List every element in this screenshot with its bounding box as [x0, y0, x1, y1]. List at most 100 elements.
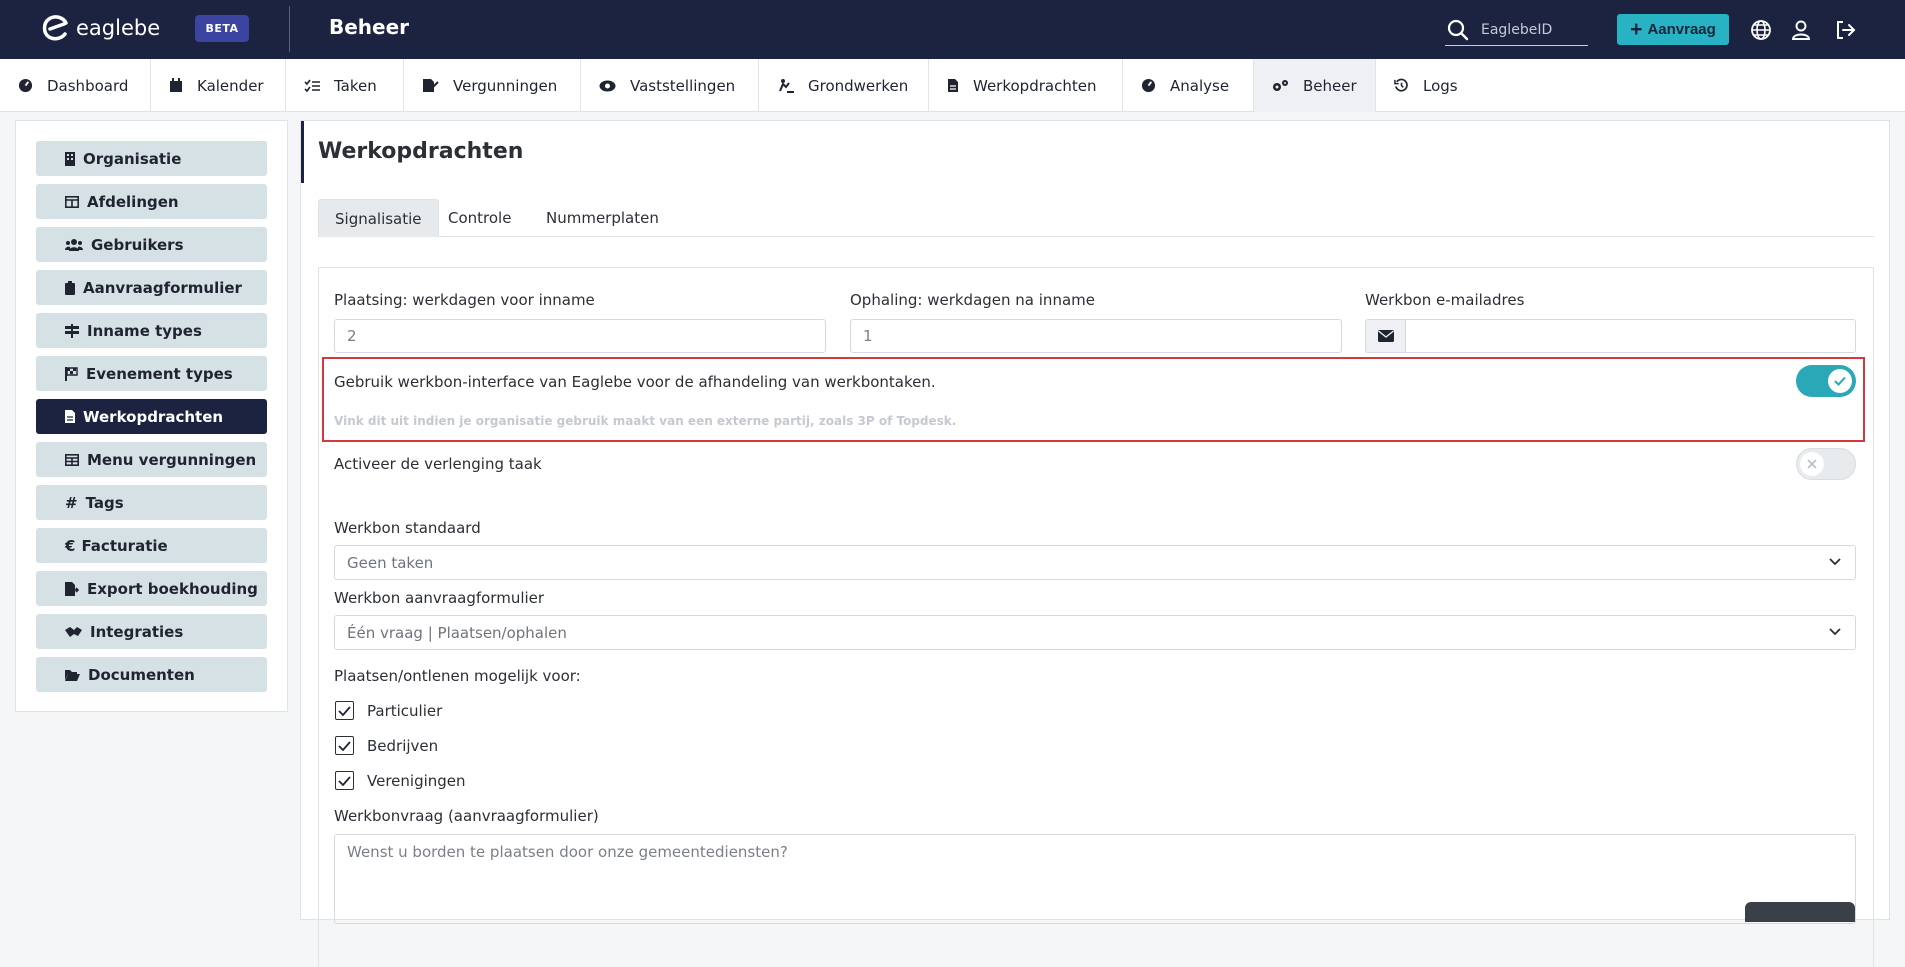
sidebar-item-afdelingen[interactable]: Afdelingen [36, 184, 267, 219]
app-title: Beheer [329, 15, 410, 39]
sidebar-item-organisatie[interactable]: Organisatie [36, 141, 267, 176]
nav-item-kalender[interactable]: Kalender [151, 59, 286, 112]
sidebar-item-documenten[interactable]: Documenten [36, 657, 267, 692]
nav-item-label: Beheer [1303, 76, 1357, 95]
sidebar-item-label: Facturatie [81, 536, 168, 555]
eye-icon [599, 80, 616, 91]
history-icon [1394, 78, 1408, 92]
nav-item-beheer[interactable]: Beheer [1254, 59, 1376, 112]
nav-item-dashboard[interactable]: Dashboard [0, 59, 151, 112]
toggle-knob [1800, 452, 1824, 476]
chevron-down-icon [1829, 628, 1841, 636]
nav-item-label: Kalender [197, 76, 264, 95]
gauge-icon [18, 78, 33, 93]
nav-item-grondwerken[interactable]: Grondwerken [759, 59, 929, 112]
email-input[interactable] [1405, 319, 1856, 353]
sidebar-item-inname-types[interactable]: Inname types [36, 313, 267, 348]
sidebar-item-label: Gebruikers [91, 235, 184, 254]
aanvraagformulier-select-value: Één vraag | Plaatsen/ophalen [347, 623, 567, 642]
bedrijven-checkbox[interactable] [335, 736, 354, 755]
file-export-icon [65, 581, 79, 596]
nav-item-label: Dashboard [47, 76, 129, 95]
document-icon [948, 79, 958, 92]
table-icon [65, 195, 79, 208]
standaard-select-value: Geen taken [347, 553, 434, 572]
sidebar-item-label: Werkopdrachten [83, 407, 224, 426]
nav-item-label: Analyse [1170, 76, 1230, 95]
particulier-checkbox[interactable] [335, 701, 354, 720]
verlenging-toggle[interactable] [1796, 448, 1856, 480]
euro-icon: € [65, 536, 76, 555]
interface-toggle[interactable] [1796, 365, 1856, 397]
topbar-divider [289, 6, 290, 52]
globe-icon[interactable] [1750, 19, 1772, 41]
ophaling-label: Ophaling: werkdagen na inname [850, 291, 1095, 309]
plaatsing-label: Plaatsing: werkdagen voor inname [334, 291, 595, 309]
tab-nummerplaten[interactable]: Nummerplaten [530, 199, 675, 237]
verenigingen-checkbox[interactable] [335, 771, 354, 790]
page-title: Werkopdrachten [318, 139, 524, 164]
sidebar-item-label: Export boekhouding [87, 579, 258, 598]
toggle-knob [1828, 369, 1852, 393]
floating-action-button[interactable] [1745, 902, 1855, 922]
werkbonvraag-label: Werkbonvraag (aanvraagformulier) [334, 807, 599, 825]
check-icon [338, 740, 351, 751]
signs-icon [65, 323, 79, 338]
standaard-label: Werkbon standaard [334, 519, 481, 537]
nav-item-label: Grondwerken [808, 76, 909, 95]
chevron-down-icon [1829, 558, 1841, 566]
top-bar: eaglebe BETA Beheer + Aanvraag [0, 0, 1905, 59]
sidebar-item-label: Menu vergunningen [87, 450, 257, 469]
nav-item-taken[interactable]: Taken [286, 59, 404, 112]
sidebar-item-menu-vergunningen[interactable]: Menu vergunningen [36, 442, 267, 477]
sidebar-item-export-boekhouding[interactable]: Export boekhouding [36, 571, 267, 606]
bedrijven-label: Bedrijven [367, 737, 439, 755]
users-icon [65, 239, 83, 251]
sidebar-item-aanvraagformulier[interactable]: Aanvraagformulier [36, 270, 267, 305]
sidebar-item-label: Documenten [88, 665, 195, 684]
tab-signalisatie[interactable]: Signalisatie [318, 199, 439, 237]
sidebar-item-integraties[interactable]: Integraties [36, 614, 267, 649]
search-box[interactable] [1445, 14, 1588, 46]
email-label: Werkbon e-mailadres [1365, 291, 1525, 309]
check-icon [338, 705, 351, 716]
logout-icon[interactable] [1834, 19, 1856, 41]
tab-bar: Signalisatie Controle Nummerplaten [318, 199, 1874, 237]
nav-item-analyse[interactable]: Analyse [1123, 59, 1254, 112]
search-input[interactable] [1481, 21, 1586, 38]
sidebar-item-gebruikers[interactable]: Gebruikers [36, 227, 267, 262]
aanvraagformulier-select[interactable]: Één vraag | Plaatsen/ophalen [334, 615, 1856, 650]
user-icon[interactable] [1790, 19, 1812, 41]
clipboard-icon [65, 280, 75, 295]
nav-item-logs[interactable]: Logs [1376, 59, 1481, 112]
plaatsing-input[interactable]: 2 [334, 319, 826, 353]
envelope-icon [1377, 330, 1394, 342]
sidebar-item-facturatie[interactable]: € Facturatie [36, 528, 267, 563]
verenigingen-label: Verenigingen [367, 772, 466, 790]
sidebar-item-werkopdrachten[interactable]: Werkopdrachten [36, 399, 267, 434]
particulier-label: Particulier [367, 702, 443, 720]
nav-item-label: Werkopdrachten [973, 76, 1097, 95]
email-addon [1365, 319, 1406, 353]
digging-icon [779, 79, 794, 93]
plus-icon: + [1630, 18, 1643, 41]
ophaling-input[interactable]: 1 [850, 319, 1342, 353]
flag-icon [65, 366, 78, 381]
search-icon [1447, 19, 1469, 40]
sidebar-item-evenement-types[interactable]: Evenement types [36, 356, 267, 391]
interface-hint: Vink dit uit indien je organisatie gebru… [334, 414, 957, 428]
sidebar-item-label: Afdelingen [87, 192, 179, 211]
nav-item-vaststellingen[interactable]: Vaststellingen [581, 59, 759, 112]
aanvraag-button[interactable]: + Aanvraag [1617, 14, 1729, 45]
nav-item-vergunningen[interactable]: Vergunningen [404, 59, 581, 112]
werkbonvraag-textarea[interactable]: Wenst u borden te plaatsen door onze gem… [334, 834, 1856, 924]
sidebar-item-label: Aanvraagformulier [83, 278, 242, 297]
eaglebe-logo-icon [42, 15, 68, 41]
sidebar-item-tags[interactable]: # Tags [36, 485, 267, 520]
brand-logo[interactable]: eaglebe [42, 15, 160, 41]
tab-controle[interactable]: Controle [432, 199, 527, 237]
brand-name: eaglebe [76, 16, 161, 40]
standaard-select[interactable]: Geen taken [334, 545, 1856, 580]
beta-badge: BETA [195, 15, 249, 42]
nav-item-werkopdrachten[interactable]: Werkopdrachten [929, 59, 1123, 112]
